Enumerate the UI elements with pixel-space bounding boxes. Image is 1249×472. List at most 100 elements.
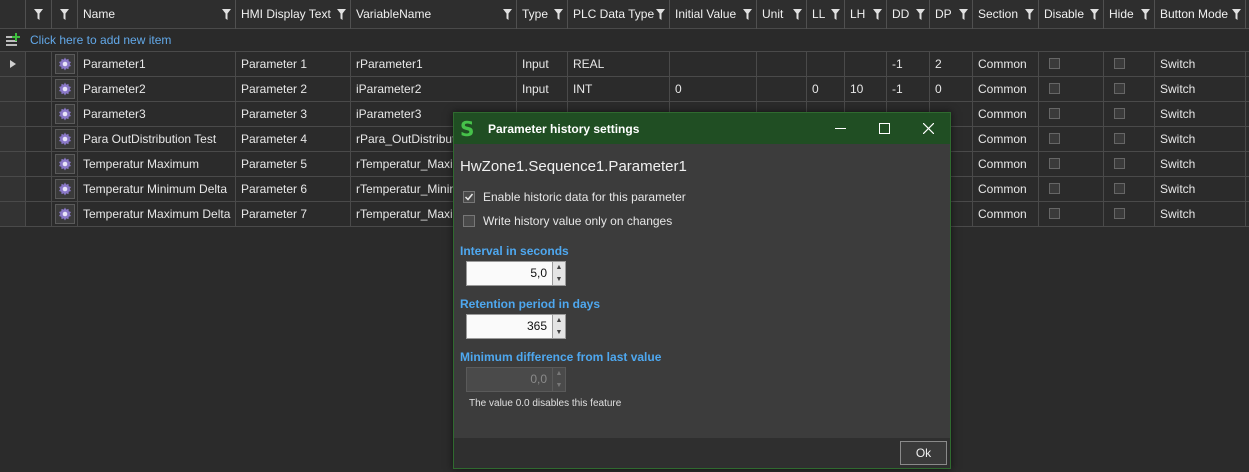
disable-checkbox[interactable] xyxy=(1049,133,1060,144)
name-cell[interactable]: Para OutDistribution Test xyxy=(78,127,236,151)
row-selector-cell[interactable] xyxy=(26,102,52,126)
column-header-disable[interactable]: Disable xyxy=(1039,0,1104,29)
minimize-button[interactable] xyxy=(818,113,862,144)
hide-checkbox[interactable] xyxy=(1114,133,1125,144)
column-header-name[interactable]: Name xyxy=(78,0,236,29)
hide-checkbox[interactable] xyxy=(1114,58,1125,69)
enable-historic-checkbox[interactable] xyxy=(463,191,475,203)
enable-historic-option[interactable]: Enable historic data for this parameter xyxy=(460,185,944,209)
button-cell[interactable]: Switch xyxy=(1155,177,1246,201)
ll-cell[interactable] xyxy=(807,52,845,76)
dd-cell[interactable]: -1 xyxy=(887,77,930,101)
spin-down-icon[interactable]: ▼ xyxy=(553,327,565,339)
dp-cell[interactable]: 2 xyxy=(930,52,973,76)
disable-checkbox[interactable] xyxy=(1049,83,1060,94)
row-indicator[interactable] xyxy=(0,177,26,201)
row-selector-cell[interactable] xyxy=(26,77,52,101)
row-selector-cell[interactable] xyxy=(26,177,52,201)
section-cell[interactable]: Common xyxy=(973,127,1039,151)
type-cell[interactable]: Input xyxy=(517,77,568,101)
hmi-cell[interactable]: Parameter 6 xyxy=(236,177,351,201)
row-indicator[interactable] xyxy=(0,127,26,151)
parameter-settings-cell[interactable] xyxy=(52,202,78,226)
unit-cell[interactable] xyxy=(757,52,807,76)
var-cell[interactable]: iParameter2 xyxy=(351,77,517,101)
hmi-cell[interactable]: Parameter 7 xyxy=(236,202,351,226)
parameter-settings-cell[interactable] xyxy=(52,177,78,201)
spin-down-icon[interactable]: ▼ xyxy=(553,274,565,286)
column-header-dd[interactable]: DD xyxy=(887,0,930,29)
section-cell[interactable]: Common xyxy=(973,102,1039,126)
name-cell[interactable]: Parameter1 xyxy=(78,52,236,76)
column-header-hmi[interactable]: HMI Display Text xyxy=(236,0,351,29)
name-cell[interactable]: Parameter2 xyxy=(78,77,236,101)
name-cell[interactable]: Parameter3 xyxy=(78,102,236,126)
init-cell[interactable]: 0 xyxy=(670,77,757,101)
gear-icon[interactable] xyxy=(54,79,75,99)
disable-checkbox[interactable] xyxy=(1049,183,1060,194)
filter-icon[interactable] xyxy=(743,9,752,20)
plc-cell[interactable]: INT xyxy=(568,77,670,101)
ll-cell[interactable]: 0 xyxy=(807,77,845,101)
gear-icon[interactable] xyxy=(54,54,75,74)
plc-cell[interactable]: REAL xyxy=(568,52,670,76)
column-header-lh[interactable]: LH xyxy=(845,0,887,29)
filter-icon[interactable] xyxy=(222,9,231,20)
parameter-settings-cell[interactable] xyxy=(52,52,78,76)
filter-icon[interactable] xyxy=(873,9,882,20)
type-cell[interactable]: Input xyxy=(517,52,568,76)
button-cell[interactable]: Switch xyxy=(1155,52,1246,76)
dialog-title-bar[interactable]: S Parameter history settings xyxy=(454,113,950,144)
filter-icon[interactable] xyxy=(503,9,512,20)
button-cell[interactable]: Switch xyxy=(1155,77,1246,101)
init-cell[interactable] xyxy=(670,52,757,76)
row-indicator[interactable] xyxy=(0,202,26,226)
section-cell[interactable]: Common xyxy=(973,152,1039,176)
hide-checkbox[interactable] xyxy=(1114,183,1125,194)
filter-icon[interactable] xyxy=(831,9,840,20)
column-header-dp[interactable]: DP xyxy=(930,0,973,29)
column-header-plc[interactable]: PLC Data Type xyxy=(568,0,670,29)
button-cell[interactable]: Switch xyxy=(1155,202,1246,226)
add-new-item-link[interactable]: Click here to add new item xyxy=(26,33,171,47)
name-cell[interactable]: Temperatur Minimum Delta xyxy=(78,177,236,201)
parameter-settings-cell[interactable] xyxy=(52,102,78,126)
close-button[interactable] xyxy=(906,113,950,144)
maximize-button[interactable] xyxy=(862,113,906,144)
row-selector-cell[interactable] xyxy=(26,52,52,76)
gear-icon[interactable] xyxy=(54,204,75,224)
interval-input[interactable]: 5,0 xyxy=(466,261,553,286)
hmi-cell[interactable]: Parameter 5 xyxy=(236,152,351,176)
disable-checkbox[interactable] xyxy=(1049,208,1060,219)
disable-checkbox[interactable] xyxy=(1049,158,1060,169)
hide-checkbox[interactable] xyxy=(1114,83,1125,94)
hide-checkbox[interactable] xyxy=(1114,208,1125,219)
hide-checkbox[interactable] xyxy=(1114,158,1125,169)
column-header-ll[interactable]: LL xyxy=(807,0,845,29)
row-indicator[interactable] xyxy=(0,77,26,101)
gear-icon[interactable] xyxy=(54,129,75,149)
filter-icon[interactable] xyxy=(34,9,43,20)
dp-cell[interactable]: 0 xyxy=(930,77,973,101)
filter-icon[interactable] xyxy=(793,9,802,20)
hmi-cell[interactable]: Parameter 1 xyxy=(236,52,351,76)
column-header-hide[interactable]: Hide xyxy=(1104,0,1155,29)
filter-icon[interactable] xyxy=(916,9,925,20)
add-new-item-row[interactable]: Click here to add new item xyxy=(0,29,1249,52)
column-header-init[interactable]: Initial Value xyxy=(670,0,757,29)
filter-icon[interactable] xyxy=(1090,9,1099,20)
table-row[interactable]: Parameter2 Parameter 2 iParameter2 Input INT… xyxy=(0,77,1249,102)
retention-spinner[interactable]: 365 ▲ ▼ xyxy=(466,314,566,339)
interval-spinner[interactable]: 5,0 ▲ ▼ xyxy=(466,261,566,286)
parameter-settings-cell[interactable] xyxy=(52,127,78,151)
column-header-unit[interactable]: Unit xyxy=(757,0,807,29)
row-selector-cell[interactable] xyxy=(26,202,52,226)
hmi-cell[interactable]: Parameter 4 xyxy=(236,127,351,151)
column-header-var[interactable]: VariableName xyxy=(351,0,517,29)
button-cell[interactable]: Switch xyxy=(1155,152,1246,176)
name-cell[interactable]: Temperatur Maximum xyxy=(78,152,236,176)
row-indicator[interactable] xyxy=(0,152,26,176)
row-selector-cell[interactable] xyxy=(26,127,52,151)
hmi-cell[interactable]: Parameter 2 xyxy=(236,77,351,101)
column-header-icon[interactable] xyxy=(52,0,78,29)
